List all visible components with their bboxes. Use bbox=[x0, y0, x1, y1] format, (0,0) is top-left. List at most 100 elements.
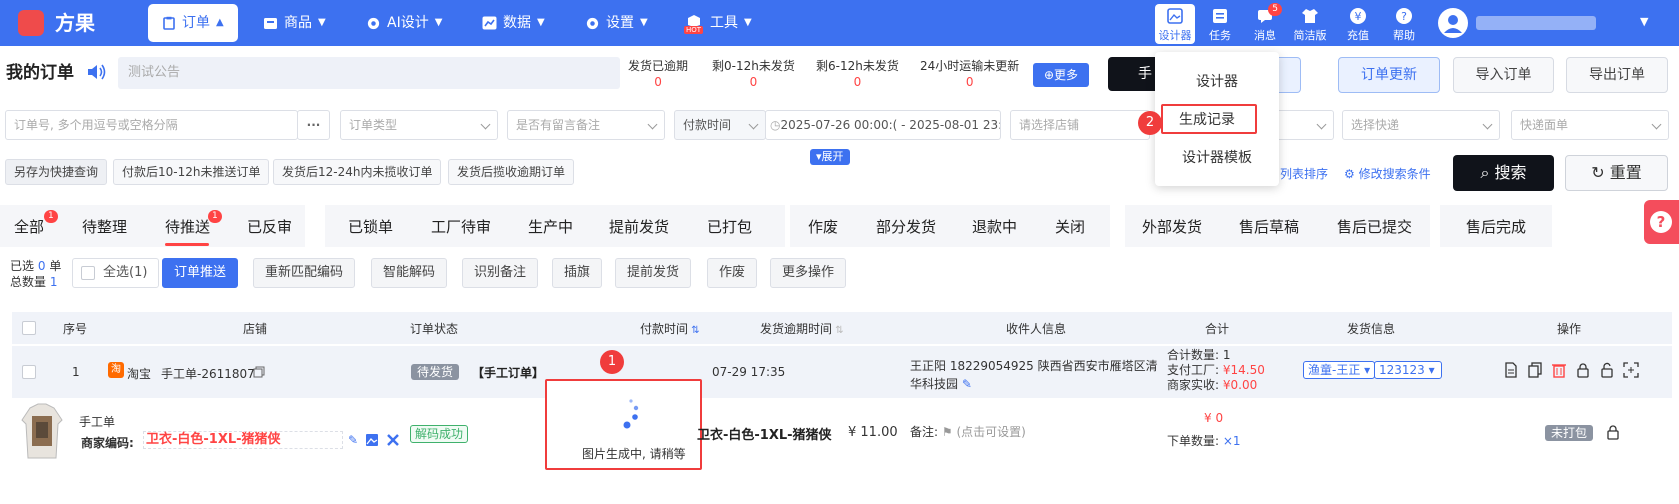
lock-icon[interactable] bbox=[1605, 424, 1621, 440]
header-checkbox[interactable] bbox=[22, 321, 36, 335]
save-quick-query-button[interactable]: 另存为快捷查询 bbox=[5, 159, 108, 185]
tab-aftersale-submitted[interactable]: 售后已提交 bbox=[1337, 215, 1412, 239]
nav-ai-design[interactable]: AI设计 ▼ bbox=[366, 4, 442, 42]
col-overdue[interactable]: 发货逾期时间 ⇅ bbox=[760, 320, 844, 337]
tab-aftersale-draft[interactable]: 售后草稿 bbox=[1239, 215, 1299, 239]
image-icon[interactable] bbox=[365, 433, 379, 447]
note-select[interactable]: 是否有留言备注 bbox=[507, 110, 665, 140]
void-button[interactable]: 作废 bbox=[707, 258, 758, 288]
date-range-picker[interactable]: ◷2025-07-26 00:00:( - 2025-08-01 23:59:5 bbox=[765, 110, 1001, 140]
user-caret-icon[interactable]: ▼ bbox=[1640, 15, 1648, 28]
tab-to-organize[interactable]: 待整理 bbox=[82, 215, 127, 239]
order-update-button[interactable]: 订单更新 bbox=[1338, 57, 1440, 93]
nav-settings[interactable]: 设置 ▼ bbox=[585, 4, 648, 42]
top-message[interactable]: 5 消息 bbox=[1245, 3, 1285, 44]
document-icon[interactable] bbox=[1503, 362, 1519, 378]
nav-data[interactable]: 数据 ▼ bbox=[482, 4, 545, 42]
search-button[interactable]: ⌕ 搜索 bbox=[1453, 155, 1554, 191]
time-type-select[interactable]: 付款时间 bbox=[674, 110, 766, 140]
stat-overdue[interactable]: 发货已逾期 0 bbox=[628, 58, 688, 90]
export-order-button[interactable]: 导出订单 bbox=[1566, 57, 1668, 93]
more-button[interactable]: ⊕更多 bbox=[1033, 63, 1089, 87]
copy-icon[interactable] bbox=[253, 366, 265, 378]
tab-packed[interactable]: 已打包 bbox=[707, 215, 752, 239]
quick-q1-button[interactable]: 付款后10-12h未推送订单 bbox=[113, 159, 270, 185]
help-float-button[interactable]: ? bbox=[1644, 200, 1679, 244]
tab-factory-pending[interactable]: 工厂待审 bbox=[431, 215, 491, 239]
early-ship-button[interactable]: 提前发货 bbox=[615, 258, 692, 288]
col-pay-time[interactable]: 付款时间 ⇅ bbox=[640, 320, 700, 337]
nav-orders[interactable]: 订单 ▲ bbox=[148, 4, 238, 42]
tab-aftersale-done[interactable]: 售后完成 bbox=[1466, 215, 1526, 239]
trash-icon[interactable] bbox=[1551, 362, 1567, 378]
express-select[interactable]: 选择快递 bbox=[1342, 110, 1500, 140]
row-checkbox[interactable] bbox=[22, 365, 36, 379]
import-order-button[interactable]: 导入订单 bbox=[1453, 57, 1554, 93]
tab-reversed[interactable]: 已反审 bbox=[247, 215, 292, 239]
ship-method-select[interactable]: 渔童-王正 ▾ bbox=[1303, 361, 1376, 379]
nav-tools[interactable]: HOT 工具 ▼ bbox=[684, 4, 752, 42]
waybill-select[interactable]: 快递面单 bbox=[1511, 110, 1669, 140]
rematch-code-button[interactable]: 重新匹配编码 bbox=[253, 258, 356, 288]
top-task[interactable]: 任务 bbox=[1200, 4, 1240, 44]
tab-early-ship[interactable]: 提前发货 bbox=[609, 215, 669, 239]
quick-q2-button[interactable]: 发货后12-24h内未揽收订单 bbox=[273, 159, 442, 185]
more-actions-button[interactable]: 更多操作 bbox=[770, 258, 847, 288]
item-code-field[interactable]: 卫衣-白色-1XL-猪猪侠 bbox=[143, 431, 343, 449]
tab-to-push[interactable]: 待推送 bbox=[165, 215, 210, 239]
avatar[interactable] bbox=[1438, 8, 1468, 38]
flag-icon[interactable]: ⚑ bbox=[942, 425, 953, 439]
stat-6-12h[interactable]: 剩6-12h未发货 0 bbox=[816, 58, 899, 90]
more-dots-button[interactable]: ··· bbox=[297, 110, 330, 140]
tab-all[interactable]: 全部 bbox=[14, 215, 44, 239]
notice-bar[interactable]: 测试公告 bbox=[118, 57, 620, 89]
tab-closed[interactable]: 关闭 bbox=[1055, 215, 1085, 239]
order-no-input[interactable]: 订单号, 多个用逗号或空格分隔 bbox=[5, 110, 298, 140]
top-recharge[interactable]: ¥ 充值 bbox=[1338, 4, 1378, 44]
user-name-blurred[interactable] bbox=[1476, 16, 1596, 30]
tab-external-ship[interactable]: 外部发货 bbox=[1142, 215, 1202, 239]
row-order-no: 手工单-2611807 bbox=[161, 367, 255, 381]
menu-item-designer-template[interactable]: 设计器模板 bbox=[1155, 148, 1279, 168]
top-simple[interactable]: 简洁版 bbox=[1290, 4, 1330, 44]
tab-refunding[interactable]: 退款中 bbox=[972, 215, 1017, 239]
flag-button[interactable]: 插旗 bbox=[552, 258, 603, 288]
unlock-icon[interactable] bbox=[1599, 362, 1615, 378]
sort-icon[interactable]: ⇅ bbox=[832, 325, 843, 336]
top-designer[interactable]: 设计器 bbox=[1155, 4, 1195, 44]
store-select[interactable]: 请选择店铺 bbox=[1010, 110, 1150, 140]
reset-button[interactable]: ↻ 重置 bbox=[1565, 155, 1668, 191]
top-help[interactable]: ? 帮助 bbox=[1384, 4, 1424, 44]
svg-text:¥: ¥ bbox=[1355, 10, 1362, 23]
push-order-button[interactable]: 订单推送 bbox=[162, 258, 239, 288]
stat-0-12h[interactable]: 剩0-12h未发货 0 bbox=[712, 58, 795, 90]
edit-icon[interactable]: ✎ bbox=[348, 433, 358, 447]
recognize-note-button[interactable]: 识别备注 bbox=[462, 258, 539, 288]
ship-code-select[interactable]: 123123 ▾ bbox=[1374, 361, 1442, 379]
tab-void[interactable]: 作废 bbox=[808, 215, 838, 239]
copy-doc-icon[interactable] bbox=[1527, 362, 1543, 378]
order-type-select[interactable]: 订单类型 bbox=[340, 110, 498, 140]
row-recipient[interactable]: 王正阳 18229054925 陕西省西安市雁塔区清 华科技园 ✎ bbox=[910, 357, 1158, 393]
sort-icon[interactable]: ⇅ bbox=[688, 325, 699, 336]
tools-icon[interactable] bbox=[386, 433, 400, 447]
list-sort-link[interactable]: 列表排序 bbox=[1280, 165, 1328, 182]
tab-locked[interactable]: 已锁单 bbox=[348, 215, 393, 239]
select-all-checkbox[interactable]: 全选(1) bbox=[72, 258, 160, 288]
item-note[interactable]: 备注: ⚑ (点击可设置) bbox=[910, 423, 1026, 440]
caret-down-icon: ▼ bbox=[744, 17, 752, 28]
menu-item-generate-records[interactable]: 生成记录 bbox=[1145, 110, 1269, 130]
smart-decode-button[interactable]: 智能解码 bbox=[371, 258, 448, 288]
tab-producing[interactable]: 生产中 bbox=[528, 215, 573, 239]
edit-icon[interactable]: ✎ bbox=[962, 377, 972, 391]
menu-item-designer[interactable]: 设计器 bbox=[1155, 72, 1279, 92]
scan-icon[interactable] bbox=[1623, 362, 1639, 378]
nav-goods[interactable]: 商品 ▼ bbox=[263, 4, 326, 42]
modify-search-link[interactable]: ⚙ 修改搜索条件 bbox=[1344, 165, 1431, 182]
tab-partial-ship[interactable]: 部分发货 bbox=[876, 215, 936, 239]
quick-q3-button[interactable]: 发货后揽收逾期订单 bbox=[448, 159, 575, 185]
product-thumbnail[interactable] bbox=[20, 402, 64, 462]
stat-24h[interactable]: 24小时运输未更新 0 bbox=[920, 58, 1019, 90]
lock-icon[interactable] bbox=[1575, 362, 1591, 378]
expand-button[interactable]: ▾展开 bbox=[810, 149, 850, 165]
